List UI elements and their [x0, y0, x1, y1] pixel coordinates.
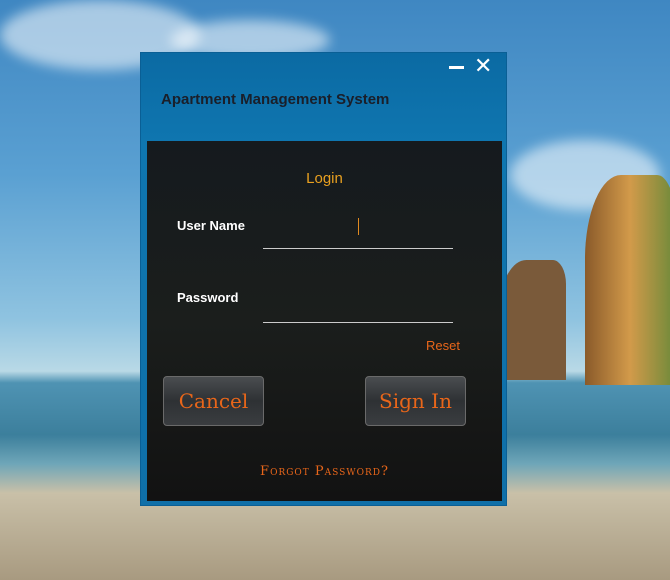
username-label: User Name — [177, 218, 245, 233]
cliff — [500, 260, 566, 380]
password-label: Password — [177, 290, 239, 305]
sign-in-button[interactable]: Sign In — [365, 376, 466, 426]
window-title: Apartment Management System — [161, 91, 390, 108]
login-window: ✕ Apartment Management System Login User… — [140, 52, 507, 506]
cancel-button[interactable]: Cancel — [163, 376, 264, 426]
minimize-icon[interactable] — [449, 66, 464, 69]
login-panel: Login User Name Password Reset Cancel Si… — [147, 141, 502, 501]
close-icon[interactable]: ✕ — [474, 55, 492, 77]
forgot-password-link[interactable]: Forgot Password? — [147, 464, 502, 479]
password-input[interactable] — [263, 297, 453, 323]
reset-link[interactable]: Reset — [426, 338, 460, 353]
cliff — [585, 175, 670, 385]
text-caret — [358, 218, 359, 235]
login-heading: Login — [306, 170, 343, 187]
